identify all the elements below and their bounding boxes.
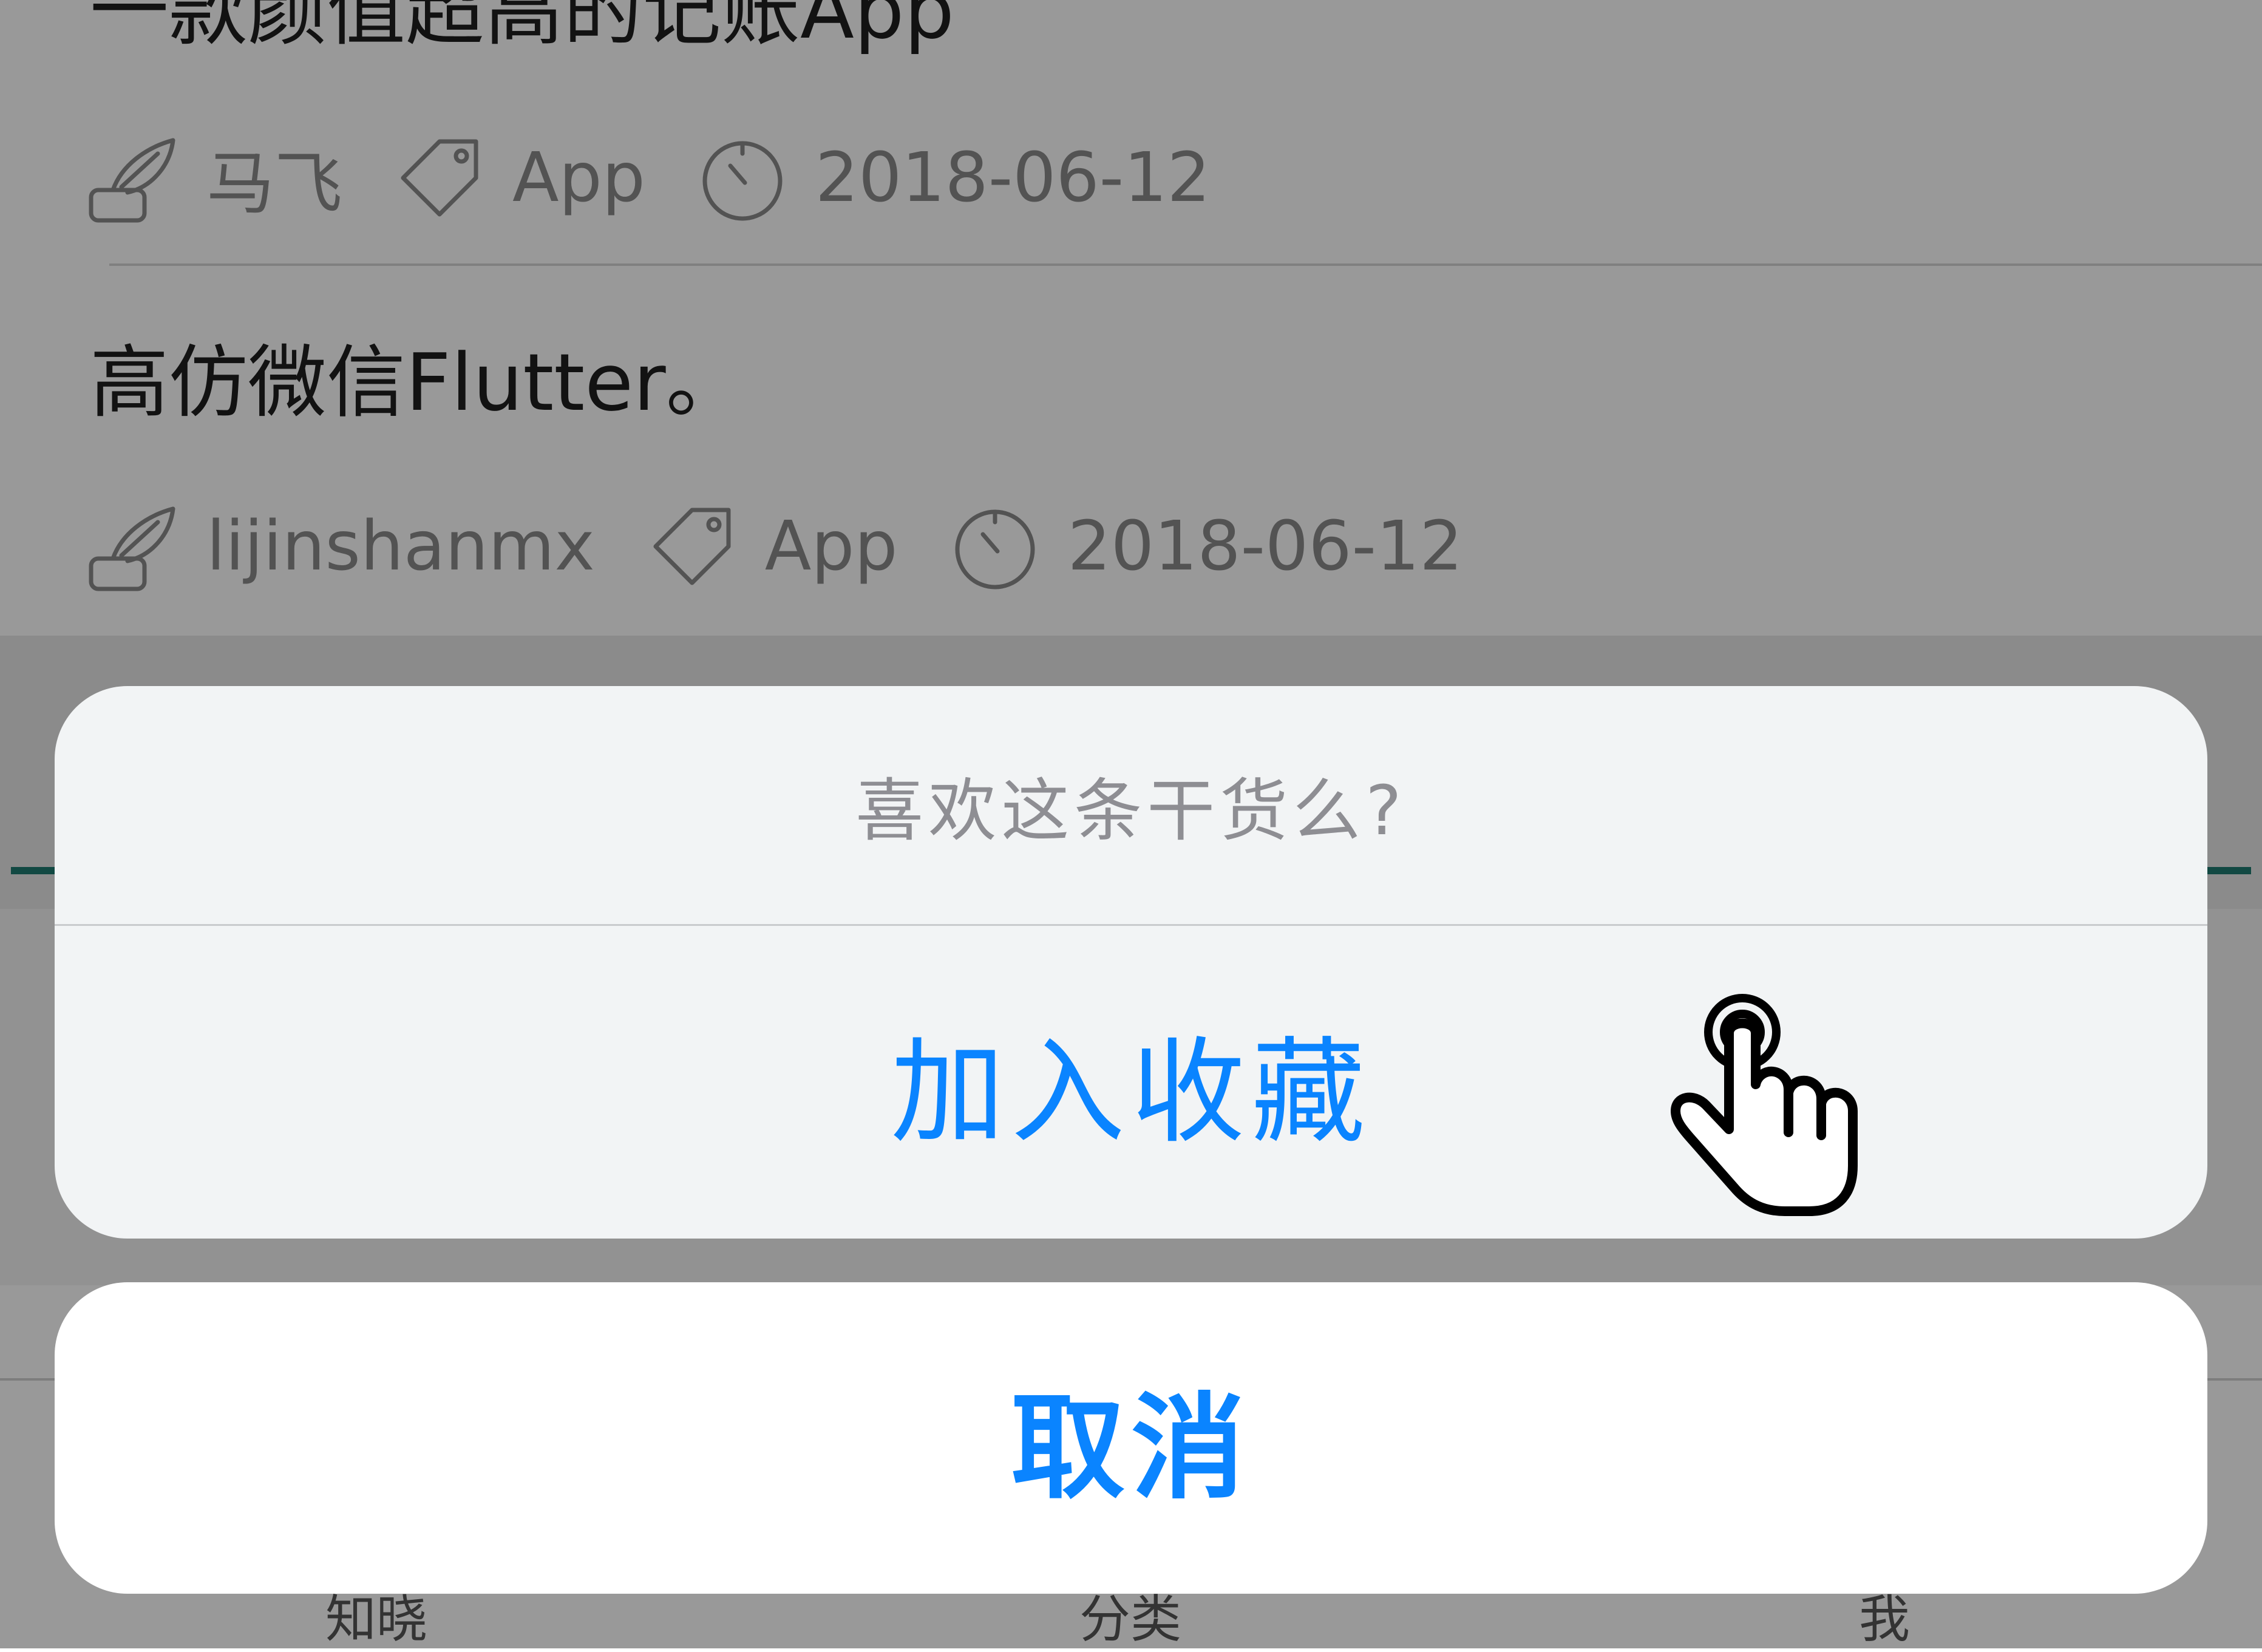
tap-hand-icon bbox=[1657, 990, 1876, 1232]
action-sheet-title: 喜欢这条干货么? bbox=[855, 772, 1407, 851]
cancel-button[interactable]: 取消 bbox=[55, 1282, 2207, 1594]
add-to-favorites-button[interactable]: 加入收藏 bbox=[55, 926, 2207, 1239]
action-sheet: 喜欢这条干货么? 加入收藏 bbox=[55, 686, 2207, 1239]
